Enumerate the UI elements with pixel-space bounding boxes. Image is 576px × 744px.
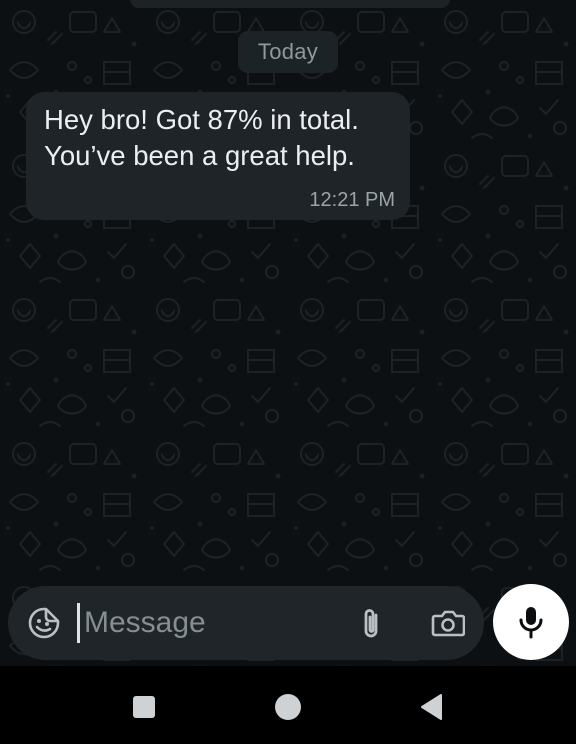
sticker-smiley-icon[interactable] (28, 607, 60, 639)
message-input[interactable] (84, 598, 334, 648)
voice-record-button[interactable] (493, 584, 569, 660)
date-separator: Today (238, 31, 338, 73)
previous-message-edge (130, 0, 450, 8)
message-line-2: You’ve been a great help. (44, 140, 355, 171)
paperclip-icon[interactable] (356, 607, 386, 641)
microphone-icon (519, 607, 543, 639)
camera-icon[interactable] (431, 607, 466, 639)
message-timestamp: 12:21 PM (309, 189, 395, 211)
system-navigation-bar (0, 666, 576, 744)
message-text: Hey bro! Got 87% in total. You’ve been a… (44, 102, 414, 174)
message-bubble-incoming[interactable]: Hey bro! Got 87% in total. You’ve been a… (26, 92, 410, 220)
recents-square-icon[interactable] (126, 689, 162, 725)
message-composer (8, 586, 484, 660)
back-triangle-icon[interactable] (414, 689, 450, 725)
home-circle-icon[interactable] (270, 689, 306, 725)
text-cursor (77, 603, 80, 643)
message-line-1: Hey bro! Got 87% in total. (44, 104, 359, 135)
chat-area: Today Hey bro! Got 87% in total. You’ve … (0, 0, 576, 666)
